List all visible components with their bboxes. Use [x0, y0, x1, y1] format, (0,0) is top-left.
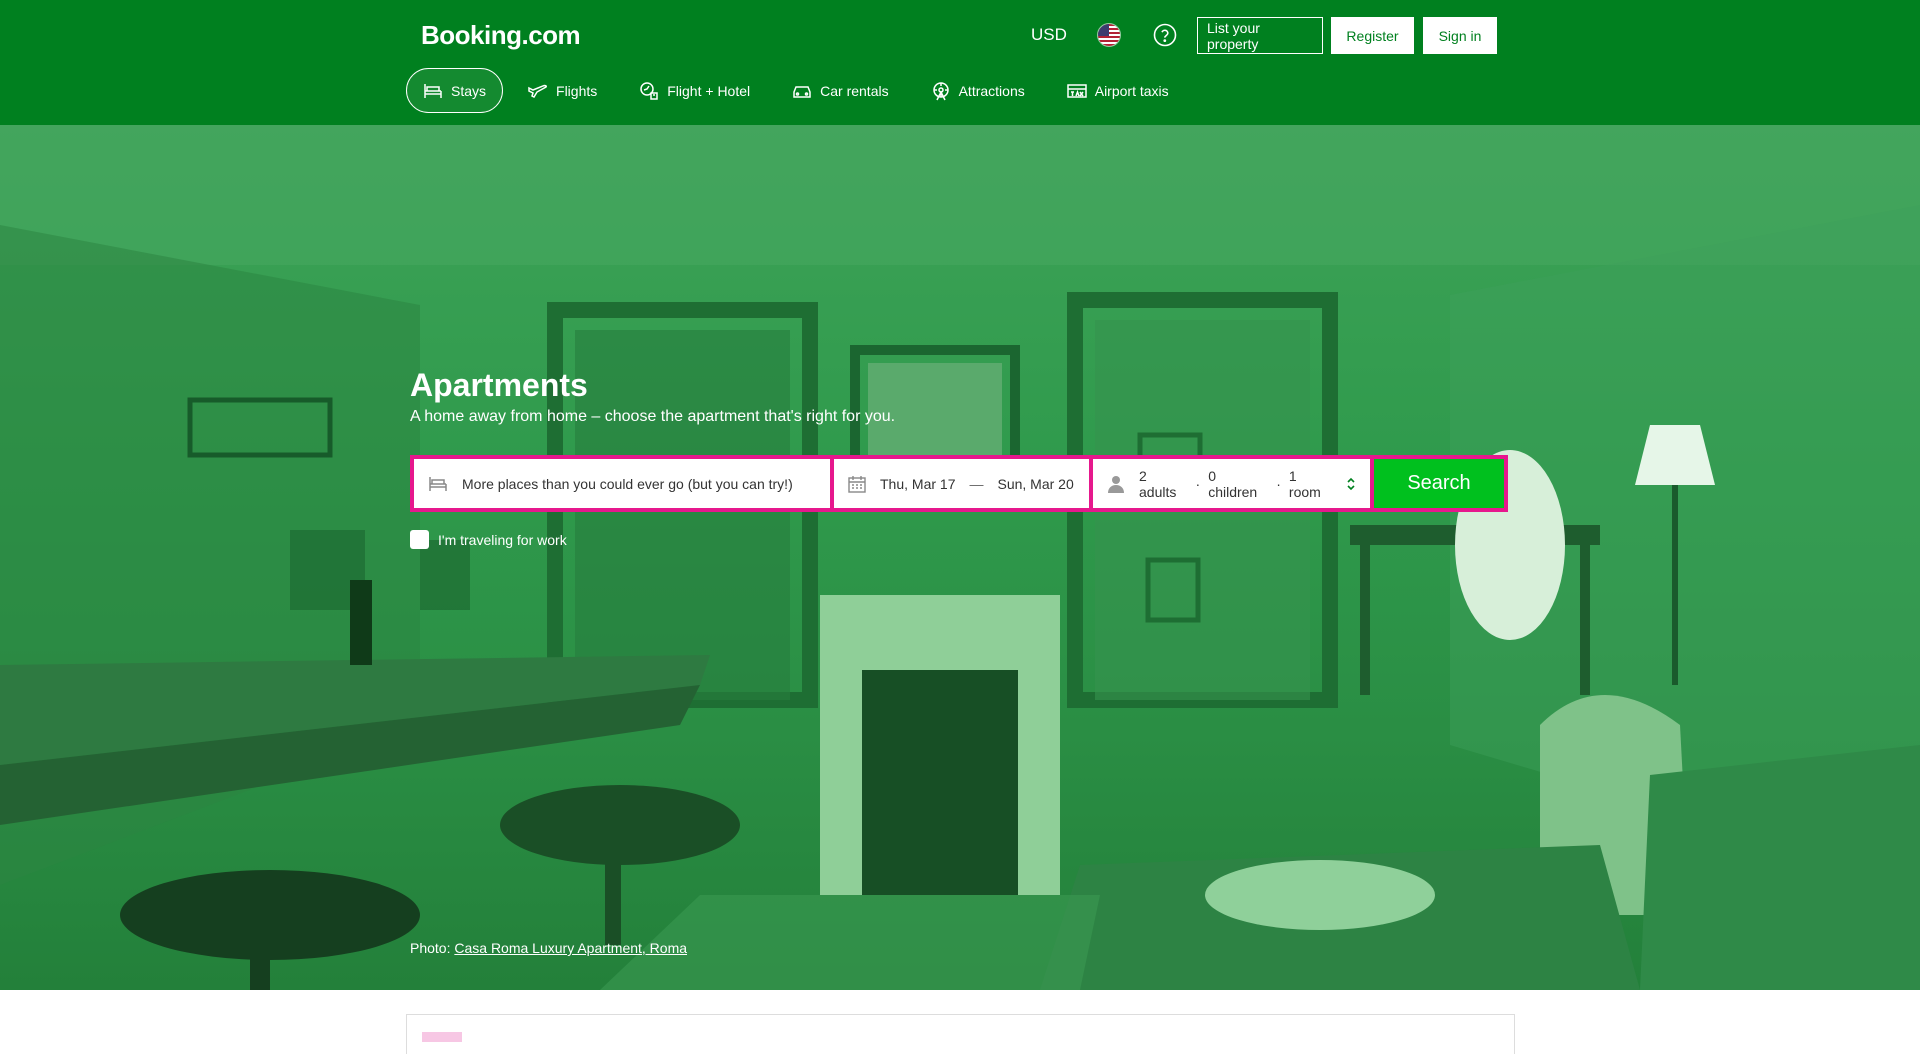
search-button[interactable]: Search [1374, 459, 1504, 508]
photo-credit-prefix: Photo: [410, 940, 455, 956]
nav-stays-label: Stays [451, 82, 487, 99]
photo-credit: Photo: Casa Roma Luxury Apartment, Roma [410, 940, 687, 956]
nav-airport-taxis[interactable]: Airport taxis [1050, 68, 1186, 113]
guest-separator: · [1195, 475, 1201, 492]
guests-field[interactable]: 2 adults · 0 children · 1 room [1093, 459, 1370, 508]
checkin-date: Thu, Mar 17 [880, 475, 956, 492]
nav-flights-label: Flights [556, 82, 598, 99]
hero-subtitle: A home away from home – choose the apart… [410, 408, 896, 425]
chevron-up-down-icon [1347, 477, 1355, 490]
card-accent [422, 1032, 462, 1042]
nav-flight-hotel-label: Flight + Hotel [667, 82, 751, 99]
booking-logo[interactable]: Booking.com [421, 20, 581, 51]
apartment-background-image [0, 125, 1920, 990]
nav-car-rentals-label: Car rentals [820, 82, 889, 99]
nav-car-rentals[interactable]: Car rentals [775, 68, 905, 113]
nav-attractions[interactable]: Attractions [914, 68, 1042, 113]
product-nav: Stays Flights Flight + Hotel Car rentals [406, 68, 1194, 113]
site-header: Booking.com USD List your property Regis… [0, 0, 1920, 125]
date-range-field[interactable]: Thu, Mar 17 — Sun, Mar 20 [834, 459, 1089, 508]
destination-placeholder: More places than you could ever go (but … [462, 475, 793, 492]
date-separator: — [969, 475, 984, 492]
car-icon [793, 85, 811, 98]
nav-flight-hotel[interactable]: Flight + Hotel [622, 68, 767, 113]
plane-hotel-icon [640, 81, 658, 100]
content-card [406, 1014, 1515, 1054]
nav-airport-taxis-label: Airport taxis [1094, 82, 1169, 99]
hero-title: Apartments [410, 367, 588, 403]
work-travel-checkbox[interactable] [410, 530, 429, 549]
checkout-date: Sun, Mar 20 [997, 475, 1074, 492]
work-travel-option: I'm traveling for work [410, 530, 567, 549]
plane-icon [528, 84, 548, 98]
nav-stays[interactable]: Stays [406, 68, 504, 113]
list-property-button[interactable]: List your property [1197, 17, 1323, 54]
guest-separator: · [1276, 475, 1281, 492]
nav-flights[interactable]: Flights [511, 68, 614, 113]
bed-icon [429, 476, 447, 491]
us-flag-icon[interactable] [1097, 23, 1121, 47]
nav-attractions-label: Attractions [958, 82, 1025, 99]
adults-count: 2 adults [1139, 467, 1177, 500]
children-count: 0 children [1208, 467, 1258, 500]
bed-icon [424, 83, 442, 98]
calendar-icon [848, 475, 866, 493]
taxi-icon [1066, 83, 1087, 98]
register-button[interactable]: Register [1331, 17, 1414, 54]
search-bar: More places than you could ever go (but … [410, 455, 1508, 512]
person-icon [1108, 475, 1124, 493]
sign-in-button[interactable]: Sign in [1423, 17, 1497, 54]
help-icon[interactable] [1153, 23, 1177, 47]
work-travel-label[interactable]: I'm traveling for work [438, 532, 567, 548]
attractions-icon [932, 81, 949, 100]
hero-banner: Apartments A home away from home – choos… [0, 125, 1920, 990]
currency-selector[interactable]: USD [1031, 25, 1067, 45]
destination-field[interactable]: More places than you could ever go (but … [414, 459, 830, 508]
photo-credit-link[interactable]: Casa Roma Luxury Apartment, Roma [454, 940, 687, 956]
rooms-count: 1 room [1288, 467, 1321, 500]
